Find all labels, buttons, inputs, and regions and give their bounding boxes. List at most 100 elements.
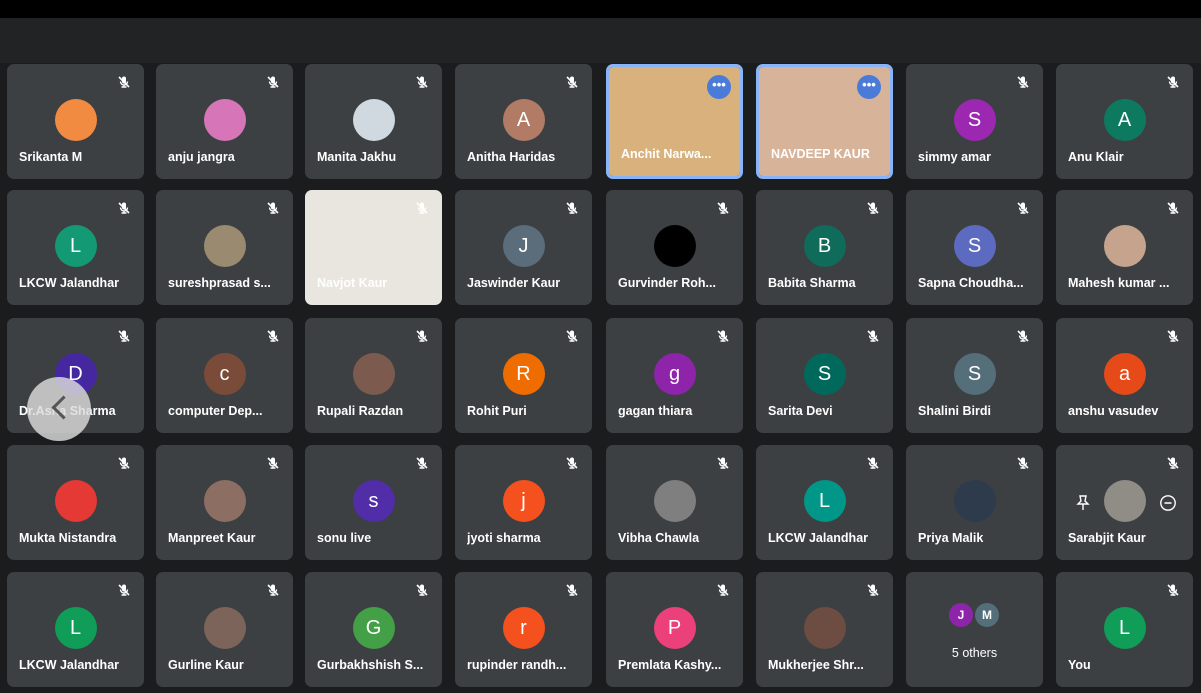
profile-photo-avatar [953,480,996,522]
profile-photo-avatar [653,480,696,522]
initial-avatar: A [502,99,545,141]
profile-photo-avatar [203,99,246,141]
participant-tile[interactable]: S Sarita Devi [756,318,893,433]
others-label: 5 others [951,646,998,660]
more-options-badge[interactable]: ••• [707,75,731,99]
initial-avatar: s [352,480,395,522]
participant-tile[interactable]: A Anu Klair [1056,64,1193,179]
mic-off-icon [1015,200,1031,216]
mic-off-icon [715,328,731,344]
participant-tile[interactable]: R Rohit Puri [455,318,592,433]
participant-tile[interactable]: sureshprasad s... [156,190,293,305]
participant-tile[interactable]: anju jangra [156,64,293,179]
participant-tile[interactable]: Sarabjit Kaur [1056,445,1193,560]
participant-name: LKCW Jalandhar [19,276,120,290]
mic-off-icon [265,200,281,216]
participant-tile[interactable]: A Anitha Haridas [455,64,592,179]
mic-off-icon [116,200,132,216]
participant-tile[interactable]: P Premlata Kashy... [606,572,743,687]
participant-tile[interactable]: Mukta Nistandra [7,445,144,560]
participant-tile[interactable]: s sonu live [305,445,442,560]
initial-avatar: P [653,607,696,649]
participant-tile[interactable]: Manpreet Kaur [156,445,293,560]
participant-tile[interactable]: Mahesh kumar ... [1056,190,1193,305]
mic-off-icon [715,200,731,216]
participant-name: Vibha Chawla [618,531,700,545]
participant-name: anju jangra [168,150,235,164]
mic-off-icon [865,328,881,344]
participant-name: NAVDEEP KAUR [771,147,870,161]
initial-avatar: L [803,480,846,522]
participant-name: Mukta Nistandra [19,531,117,545]
mic-off-icon [1165,328,1181,344]
participant-name: Premlata Kashy... [618,658,722,672]
participant-tile[interactable]: B Babita Sharma [756,190,893,305]
mic-off-icon [116,582,132,598]
participant-name: Gurline Kaur [168,658,244,672]
profile-photo-avatar [352,99,395,141]
participant-tile[interactable]: L LKCW Jalandhar [756,445,893,560]
participant-name: gagan thiara [618,404,693,418]
mic-off-icon [1015,328,1031,344]
profile-photo-avatar [54,480,97,522]
participant-name: Gurvinder Roh... [618,276,716,290]
participant-grid: Srikanta M anju jangra Manita Jakhu A Anitha… [0,0,1201,693]
participant-name: Sarabjit Kaur [1068,531,1146,545]
mic-off-icon [1165,582,1181,598]
participant-tile[interactable]: J Jaswinder Kaur [455,190,592,305]
participant-name: Manpreet Kaur [168,531,256,545]
participant-name: Mukherjee Shr... [768,658,864,672]
participant-tile[interactable]: c computer Dep... [156,318,293,433]
participant-tile[interactable]: S Shalini Birdi [906,318,1043,433]
participant-tile[interactable]: Mukherjee Shr... [756,572,893,687]
participant-tile[interactable]: Ssimmy amar [906,64,1043,179]
participant-tile[interactable]: Navjot Kaur [305,190,442,305]
participant-name: Gurbakhshish S... [317,658,424,672]
participant-tile[interactable]: j jyoti sharma [455,445,592,560]
participant-tile[interactable]: JM 5 others [906,572,1043,687]
participant-name: Anu Klair [1068,150,1124,164]
participant-tile[interactable]: Gurvinder Roh... [606,190,743,305]
participant-tile[interactable]: Manita Jakhu [305,64,442,179]
mic-off-icon [414,328,430,344]
participant-tile[interactable]: G Gurbakhshish S... [305,572,442,687]
participant-tile[interactable]: g gagan thiara [606,318,743,433]
initial-avatar: r [502,607,545,649]
mic-off-icon [564,582,580,598]
profile-photo-avatar [1103,480,1146,522]
participant-tile[interactable]: r rupinder randh... [455,572,592,687]
participant-name: Manita Jakhu [317,150,397,164]
participant-tile[interactable]: ••• Anchit Narwa... [606,64,743,179]
prev-page-button[interactable] [27,377,91,441]
participant-tile[interactable]: Vibha Chawla [606,445,743,560]
initial-avatar: a [1103,353,1146,395]
participant-tile[interactable]: L LKCW Jalandhar [7,572,144,687]
participant-tile[interactable]: Gurline Kaur [156,572,293,687]
initial-avatar: G [352,607,395,649]
others-avatar: M [975,603,999,627]
participant-name: anshu vasudev [1068,404,1159,418]
participant-tile[interactable]: L You [1056,572,1193,687]
participant-tile[interactable]: Rupali Razdan [305,318,442,433]
mic-off-icon [715,582,731,598]
mic-off-icon [564,74,580,90]
participant-tile[interactable]: a anshu vasudev [1056,318,1193,433]
participant-tile[interactable]: Srikanta M [7,64,144,179]
initial-avatar: R [502,353,545,395]
mic-off-icon [414,74,430,90]
mic-off-icon [265,328,281,344]
mic-off-icon [414,455,430,471]
initial-avatar: j [502,480,545,522]
participant-tile[interactable]: S Sapna Choudha... [906,190,1043,305]
pin-icon[interactable] [1074,494,1092,512]
mic-off-icon [265,74,281,90]
minus-circle-icon[interactable] [1159,494,1177,512]
participant-tile[interactable]: L LKCW Jalandhar [7,190,144,305]
profile-photo-avatar [203,480,246,522]
participant-tile[interactable]: Priya Malik [906,445,1043,560]
mic-off-icon [116,455,132,471]
more-options-badge[interactable]: ••• [857,75,881,99]
participant-tile[interactable]: ••• NAVDEEP KAUR [756,64,893,179]
mic-off-icon [265,455,281,471]
profile-photo-avatar [203,225,246,267]
